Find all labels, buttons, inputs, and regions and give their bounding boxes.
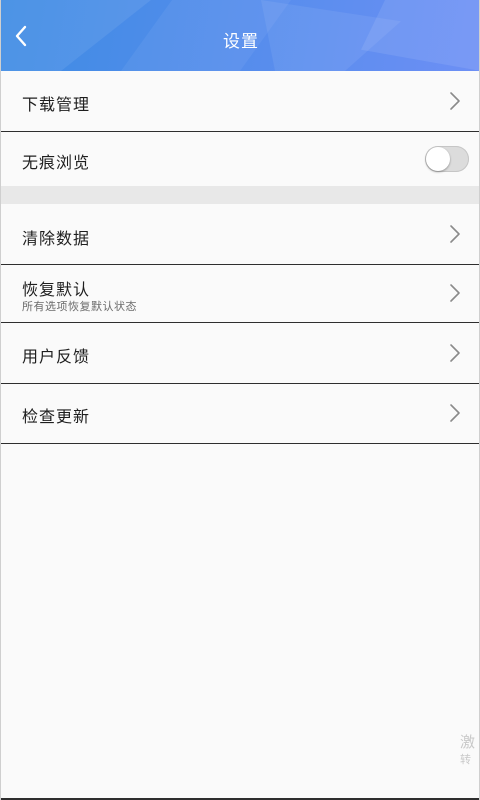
section-divider (1, 186, 479, 204)
settings-item-label: 无痕浏览 (22, 153, 91, 172)
settings-item-label: 恢复默认 (22, 280, 91, 299)
settings-item-label: 检查更新 (22, 407, 91, 426)
page-title: 设置 (223, 32, 259, 52)
settings-item-restore-default[interactable]: 恢复默认 所有选项恢复默认状态 (1, 265, 479, 323)
settings-item-feedback[interactable]: 用户反馈 (1, 323, 479, 384)
chevron-right-icon (450, 344, 460, 362)
chevron-right-icon (450, 404, 460, 422)
settings-item-sublabel: 所有选项恢复默认状态 (22, 300, 137, 313)
settings-item-clear-data[interactable]: 清除数据 (1, 204, 479, 265)
watermark-line1: 激 (460, 733, 476, 751)
watermark: 激 转 (460, 733, 475, 769)
header-bar: 设置 (1, 0, 479, 71)
chevron-right-icon (450, 92, 460, 110)
chevron-right-icon (450, 284, 460, 302)
settings-item-label: 清除数据 (22, 229, 91, 248)
settings-item-label: 用户反馈 (22, 347, 91, 366)
settings-item-check-update[interactable]: 检查更新 (1, 384, 479, 444)
settings-item-incognito: 无痕浏览 (1, 132, 479, 186)
toggle-knob (426, 147, 450, 171)
settings-item-label: 下载管理 (22, 95, 91, 114)
settings-screen: 设置 下载管理 无痕浏览 清除数据 恢复默认 所有选项恢复默认状态 用户反馈 检… (0, 0, 480, 800)
incognito-toggle[interactable] (425, 146, 469, 172)
watermark-line2: 转 (460, 753, 471, 766)
chevron-right-icon (450, 225, 460, 243)
settings-item-download[interactable]: 下载管理 (1, 71, 479, 132)
